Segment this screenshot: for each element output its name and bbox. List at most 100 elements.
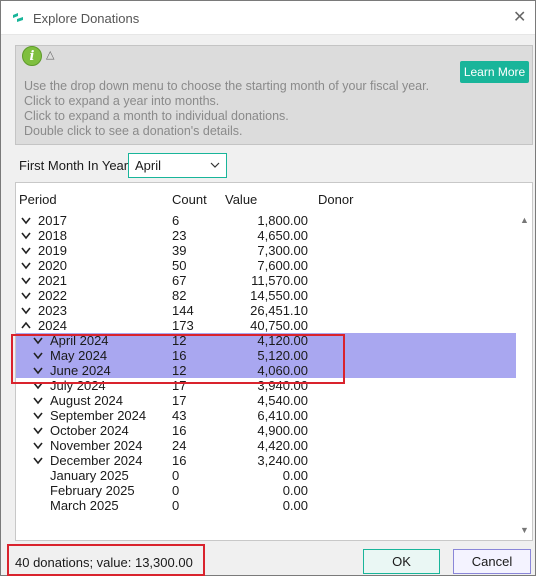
- row-value: 7,300.00: [257, 243, 308, 258]
- row-count: 82: [172, 288, 187, 303]
- chevron-down-icon[interactable]: [33, 396, 43, 405]
- row-count: 12: [172, 363, 187, 378]
- info-line: Click to expand a month to individual do…: [24, 109, 289, 123]
- table-row[interactable]: 2017 6 1,800.00: [16, 213, 516, 228]
- row-value: 4,120.00: [257, 333, 308, 348]
- info-icon: i: [22, 46, 42, 66]
- close-icon[interactable]: ✕: [513, 7, 526, 27]
- row-value: 3,940.00: [257, 378, 308, 393]
- scroll-up-icon[interactable]: ▲: [520, 215, 529, 225]
- first-month-dropdown[interactable]: April: [128, 153, 227, 178]
- row-value: 6,410.00: [257, 408, 308, 423]
- row-period: July 2024: [50, 378, 106, 393]
- row-period: January 2025: [50, 468, 129, 483]
- table-row[interactable]: November 2024 24 4,420.00: [16, 438, 516, 453]
- chevron-down-icon[interactable]: [21, 306, 31, 315]
- learn-more-button[interactable]: Learn More: [460, 61, 529, 83]
- chevron-down-icon[interactable]: [21, 261, 31, 270]
- table-row[interactable]: 2023 144 26,451.10: [16, 303, 516, 318]
- chevron-down-icon[interactable]: [33, 351, 43, 360]
- table-row[interactable]: 2020 50 7,600.00: [16, 258, 516, 273]
- row-value: 4,900.00: [257, 423, 308, 438]
- row-count: 0: [172, 498, 180, 513]
- info-line: Click to expand a year into months.: [24, 94, 220, 108]
- table-row[interactable]: 2024 173 40,750.00: [16, 318, 516, 333]
- chevron-down-icon[interactable]: [21, 246, 31, 255]
- chevron-down-icon[interactable]: [33, 381, 43, 390]
- window-title: Explore Donations: [33, 11, 140, 26]
- row-value: 1,800.00: [257, 213, 308, 228]
- chevron-down-icon[interactable]: [33, 441, 43, 450]
- row-count: 173: [172, 318, 194, 333]
- chevron-down-icon[interactable]: [33, 426, 43, 435]
- chevron-down-icon[interactable]: [21, 276, 31, 285]
- row-value: 4,650.00: [257, 228, 308, 243]
- chevron-down-icon[interactable]: [33, 336, 43, 345]
- row-period: October 2024: [50, 423, 129, 438]
- table-row[interactable]: June 2024 12 4,060.00: [16, 363, 516, 378]
- table-row[interactable]: February 2025 0 0.00: [16, 483, 516, 498]
- row-period: February 2025: [50, 483, 135, 498]
- table-row[interactable]: 2019 39 7,300.00: [16, 243, 516, 258]
- chevron-down-icon[interactable]: [21, 231, 31, 240]
- row-value: 26,451.10: [250, 303, 308, 318]
- row-period: 2023: [38, 303, 67, 318]
- table-row[interactable]: December 2024 16 3,240.00: [16, 453, 516, 468]
- table-row[interactable]: July 2024 17 3,940.00: [16, 378, 516, 393]
- info-panel: i △ Learn More Use the drop down menu to…: [15, 45, 533, 145]
- collapse-info-icon[interactable]: △: [46, 48, 54, 61]
- row-count: 67: [172, 273, 187, 288]
- row-period: 2021: [38, 273, 67, 288]
- row-value: 14,550.00: [250, 288, 308, 303]
- vertical-scrollbar[interactable]: ▲ ▼: [516, 213, 532, 539]
- row-count: 144: [172, 303, 194, 318]
- table-row[interactable]: March 2025 0 0.00: [16, 498, 516, 513]
- cancel-button[interactable]: Cancel: [453, 549, 531, 574]
- row-count: 0: [172, 483, 180, 498]
- row-period: 2018: [38, 228, 67, 243]
- table-row[interactable]: September 2024 43 6,410.00: [16, 408, 516, 423]
- scroll-down-icon[interactable]: ▼: [520, 525, 529, 535]
- row-value: 3,240.00: [257, 453, 308, 468]
- table-row[interactable]: May 2024 16 5,120.00: [16, 348, 516, 363]
- table-row[interactable]: 2018 23 4,650.00: [16, 228, 516, 243]
- chevron-down-icon[interactable]: [21, 291, 31, 300]
- row-period: May 2024: [50, 348, 108, 363]
- chevron-up-icon[interactable]: [21, 321, 31, 330]
- row-period: June 2024: [50, 363, 111, 378]
- row-value: 0.00: [282, 468, 308, 483]
- row-count: 24: [172, 438, 187, 453]
- column-header-period[interactable]: Period: [19, 192, 57, 207]
- ok-button[interactable]: OK: [363, 549, 440, 574]
- table-row[interactable]: October 2024 16 4,900.00: [16, 423, 516, 438]
- table-row[interactable]: 2022 82 14,550.00: [16, 288, 516, 303]
- chevron-down-icon[interactable]: [33, 366, 43, 375]
- table-row[interactable]: April 2024 12 4,120.00: [16, 333, 516, 348]
- chevron-down-icon[interactable]: [21, 216, 31, 225]
- table-row[interactable]: 2021 67 11,570.00: [16, 273, 516, 288]
- chevron-down-icon: [210, 162, 220, 168]
- column-header-value[interactable]: Value: [225, 192, 257, 207]
- row-period: September 2024: [50, 408, 147, 423]
- table-row[interactable]: January 2025 0 0.00: [16, 468, 516, 483]
- row-count: 17: [172, 393, 187, 408]
- row-value: 0.00: [282, 483, 308, 498]
- row-count: 12: [172, 333, 187, 348]
- column-header-donor[interactable]: Donor: [318, 192, 353, 207]
- status-summary: 40 donations; value: 13,300.00: [15, 555, 193, 570]
- chevron-down-icon[interactable]: [33, 456, 43, 465]
- row-count: 50: [172, 258, 187, 273]
- row-value: 4,060.00: [257, 363, 308, 378]
- column-header-count[interactable]: Count: [172, 192, 207, 207]
- table-row[interactable]: August 2024 17 4,540.00: [16, 393, 516, 408]
- row-count: 43: [172, 408, 187, 423]
- chevron-down-icon[interactable]: [33, 411, 43, 420]
- title-bar: Explore Donations ✕: [1, 1, 535, 35]
- row-period: 2017: [38, 213, 67, 228]
- row-value: 7,600.00: [257, 258, 308, 273]
- first-month-label: First Month In Year: [19, 158, 129, 173]
- first-month-value: April: [135, 158, 162, 173]
- row-count: 6: [172, 213, 180, 228]
- row-count: 0: [172, 468, 180, 483]
- table-body: 2017 6 1,800.00 2018 23 4,650.00 2019 39 7,300.0…: [16, 213, 516, 513]
